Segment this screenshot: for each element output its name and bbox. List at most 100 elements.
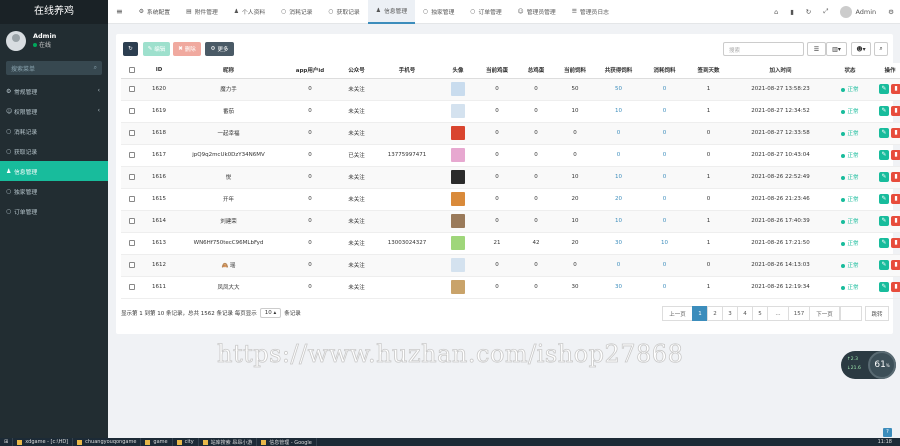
delete-row-button[interactable]: ▮: [891, 194, 900, 204]
edit-row-button[interactable]: ✎: [879, 106, 889, 116]
edit-row-button[interactable]: ✎: [879, 84, 889, 94]
search-button[interactable]: ⌕: [874, 42, 888, 56]
edit-row-button[interactable]: ✎: [879, 150, 889, 160]
row-checkbox[interactable]: [129, 239, 135, 246]
tab-7[interactable]: ○ 订单管理: [462, 0, 509, 24]
sidebar-search[interactable]: 搜索菜单 ⌕: [6, 61, 102, 75]
refresh-icon[interactable]: ↻: [800, 8, 817, 16]
row-select-cell[interactable]: [121, 188, 143, 211]
tab-6[interactable]: ○ 独家管理: [415, 0, 462, 24]
row-checkbox[interactable]: [129, 173, 135, 180]
home-icon[interactable]: ⌂: [768, 8, 784, 16]
taskbar-item[interactable]: city: [173, 438, 199, 446]
delete-row-button[interactable]: ▮: [891, 172, 900, 182]
row-checkbox[interactable]: [129, 261, 135, 268]
more-button[interactable]: ⚙ 更多: [205, 42, 234, 56]
page-size-select[interactable]: 10 ▴: [259, 308, 282, 318]
delete-row-button[interactable]: ▮: [891, 216, 900, 226]
tab-9[interactable]: ☰ 管理员日志: [564, 0, 617, 24]
export-button[interactable]: ☻▾: [851, 42, 871, 56]
start-button[interactable]: ⊞: [0, 438, 14, 446]
sidebar-item-0[interactable]: ⚙ 常规管理 ‹: [0, 81, 108, 101]
row-select-cell[interactable]: [121, 210, 143, 233]
delete-row-button[interactable]: ▮: [891, 128, 900, 138]
row-checkbox[interactable]: [129, 129, 135, 136]
row-checkbox[interactable]: [129, 107, 135, 114]
delete-row-button[interactable]: ▮: [891, 106, 900, 116]
trash-icon[interactable]: ▮: [784, 8, 800, 16]
edit-row-button[interactable]: ✎: [879, 238, 889, 248]
next-page-button[interactable]: 下一页: [809, 306, 840, 321]
table-row[interactable]: 1615 开年 0 未关注 0 0 20 20 0 0 2021-08-26 21:23:46 正常 ✎…: [121, 188, 900, 211]
tab-0[interactable]: ⚙ 系统配置: [131, 0, 178, 24]
jump-page-input[interactable]: [840, 306, 862, 321]
row-select-cell[interactable]: [121, 232, 143, 255]
page-button[interactable]: 1: [692, 306, 708, 321]
edit-row-button[interactable]: ✎: [879, 128, 889, 138]
table-row[interactable]: 1611 凤凤大大 0 未关注 0 0 30 30 0 1 2021-08-26 12:19:34 正…: [121, 276, 900, 299]
sidebar-item-3[interactable]: ○ 获取记录: [0, 141, 108, 161]
row-checkbox[interactable]: [129, 151, 135, 158]
table-row[interactable]: 1618 一起幸福 0 未关注 0 0 0 0 0 0 2021-08-27 12:33:58 正常 ✎…: [121, 122, 900, 145]
tab-1[interactable]: ▤ 附件管理: [178, 0, 226, 24]
columns-button[interactable]: ▥▾: [826, 42, 847, 56]
refresh-button[interactable]: ↻: [123, 42, 138, 56]
delete-button[interactable]: ✖ 删除: [173, 42, 201, 56]
page-button[interactable]: 5: [752, 306, 768, 321]
page-button[interactable]: 4: [737, 306, 753, 321]
taskbar-item[interactable]: chuangyouqongame: [73, 438, 142, 446]
page-button[interactable]: 3: [722, 306, 738, 321]
delete-row-button[interactable]: ▮: [891, 84, 900, 94]
gear-icon[interactable]: ⚙: [882, 8, 900, 16]
table-row[interactable]: 1612 🙈 瑶 0 未关注 0 0 0 0 0 0 2021-08-26 14:13:03 正常 ✎ ▮: [121, 254, 900, 277]
taskbar-item[interactable]: xdgame - [c:\HD]: [13, 438, 74, 446]
row-checkbox[interactable]: [129, 217, 135, 224]
prev-page-button[interactable]: 上一页: [662, 306, 693, 321]
column-header-0[interactable]: [121, 63, 143, 79]
row-select-cell[interactable]: [121, 78, 143, 101]
sidebar-search-input[interactable]: 搜索菜单: [11, 64, 35, 73]
table-row[interactable]: 1613 WN6Hf750tecC96MLbFyd 0 未关注 13003024327 2…: [121, 232, 900, 255]
edit-row-button[interactable]: ✎: [879, 282, 889, 292]
row-select-cell[interactable]: [121, 122, 143, 145]
row-checkbox[interactable]: [129, 195, 135, 202]
sidebar-item-4[interactable]: ♟ 信息管理: [0, 161, 108, 181]
table-row[interactable]: 1614 刘建荣 0 未关注 0 0 10 10 0 1 2021-08-26 17:40:39 正常…: [121, 210, 900, 233]
row-select-cell[interactable]: [121, 276, 143, 299]
row-select-cell[interactable]: [121, 144, 143, 167]
admin-menu[interactable]: Admin: [834, 5, 882, 18]
tab-8[interactable]: ☺ 管理员管理: [510, 0, 564, 24]
delete-row-button[interactable]: ▮: [891, 260, 900, 270]
table-row[interactable]: 1616 悦 0 未关注 0 0 10 10 0 1 2021-08-26 22:52:49 正常 ✎ ▮: [121, 166, 900, 189]
sidebar-item-2[interactable]: ○ 消耗记录: [0, 121, 108, 141]
tab-5[interactable]: ♟ 信息管理: [367, 0, 416, 24]
page-button[interactable]: 157: [788, 306, 810, 321]
edit-button[interactable]: ✎ 编辑: [143, 42, 170, 56]
delete-row-button[interactable]: ▮: [891, 238, 900, 248]
edit-row-button[interactable]: ✎: [879, 172, 889, 182]
table-row[interactable]: 1617 jpQ9q2mcUk0DzY34N6MV 0 已关注 13775997471 0…: [121, 144, 900, 167]
edit-row-button[interactable]: ✎: [879, 260, 889, 270]
delete-row-button[interactable]: ▮: [891, 150, 900, 160]
delete-row-button[interactable]: ▮: [891, 282, 900, 292]
table-row[interactable]: 1619 番茄 0 未关注 0 0 10 10 0 1 2021-08-27 12:34:52 正常 ✎…: [121, 100, 900, 123]
tab-3[interactable]: ○ 消耗记录: [273, 0, 320, 24]
sidebar-item-1[interactable]: ☺ 权限管理 ‹: [0, 101, 108, 121]
sidebar-item-6[interactable]: ○ 订单管理: [0, 201, 108, 221]
toggle-view-button[interactable]: ☰: [807, 42, 826, 56]
taskbar-item[interactable]: game: [141, 438, 173, 446]
menu-icon[interactable]: ≡: [108, 0, 131, 24]
row-checkbox[interactable]: [129, 283, 135, 290]
edit-row-button[interactable]: ✎: [879, 216, 889, 226]
taskbar-item[interactable]: 站库搜索 昂昂小游: [199, 438, 258, 446]
table-search-input[interactable]: 搜索: [723, 42, 804, 56]
app-logo[interactable]: 在线养鸡: [0, 0, 108, 24]
edit-row-button[interactable]: ✎: [879, 194, 889, 204]
row-select-cell[interactable]: [121, 100, 143, 123]
tab-4[interactable]: ○ 获取记录: [320, 0, 367, 24]
page-button[interactable]: 2: [707, 306, 723, 321]
jump-button[interactable]: 跳转: [865, 306, 889, 321]
tab-2[interactable]: ♟ 个人资料: [226, 0, 273, 24]
search-icon[interactable]: ⌕: [94, 64, 97, 72]
fullscreen-icon[interactable]: ⤢: [817, 7, 834, 16]
